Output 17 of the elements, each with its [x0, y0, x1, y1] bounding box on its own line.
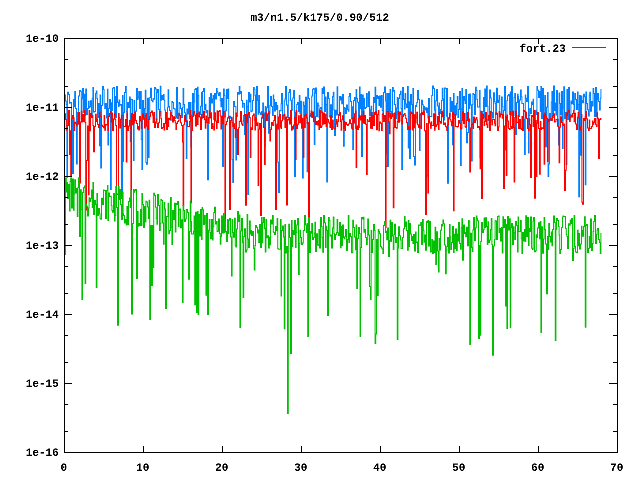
axis-tick-label: 1e-14: [26, 310, 59, 322]
axis-tick-label: 1e-12: [26, 172, 59, 184]
axis-tick-label: 10: [136, 463, 150, 475]
legend-label: fort.23: [520, 44, 566, 56]
axis-tick-label: 40: [373, 463, 387, 475]
axis-tick-label: 70: [610, 463, 624, 475]
axis-tick-label: 1e-16: [26, 448, 59, 460]
axis-tick-label: 1e-13: [26, 241, 59, 253]
axis-tick-label: 1e-11: [26, 103, 59, 115]
axis-tick-label: 0: [60, 463, 68, 475]
axis-tick-label: 30: [294, 463, 308, 475]
axis-tick-label: 1e-10: [26, 34, 59, 46]
axis-tick-label: 60: [531, 463, 545, 475]
axis-tick-label: 50: [452, 463, 466, 475]
axis-tick-label: 1e-15: [26, 379, 59, 391]
chart-title: m3/n1.5/k175/0.90/512: [250, 13, 390, 25]
axis-tick-label: 20: [215, 463, 229, 475]
